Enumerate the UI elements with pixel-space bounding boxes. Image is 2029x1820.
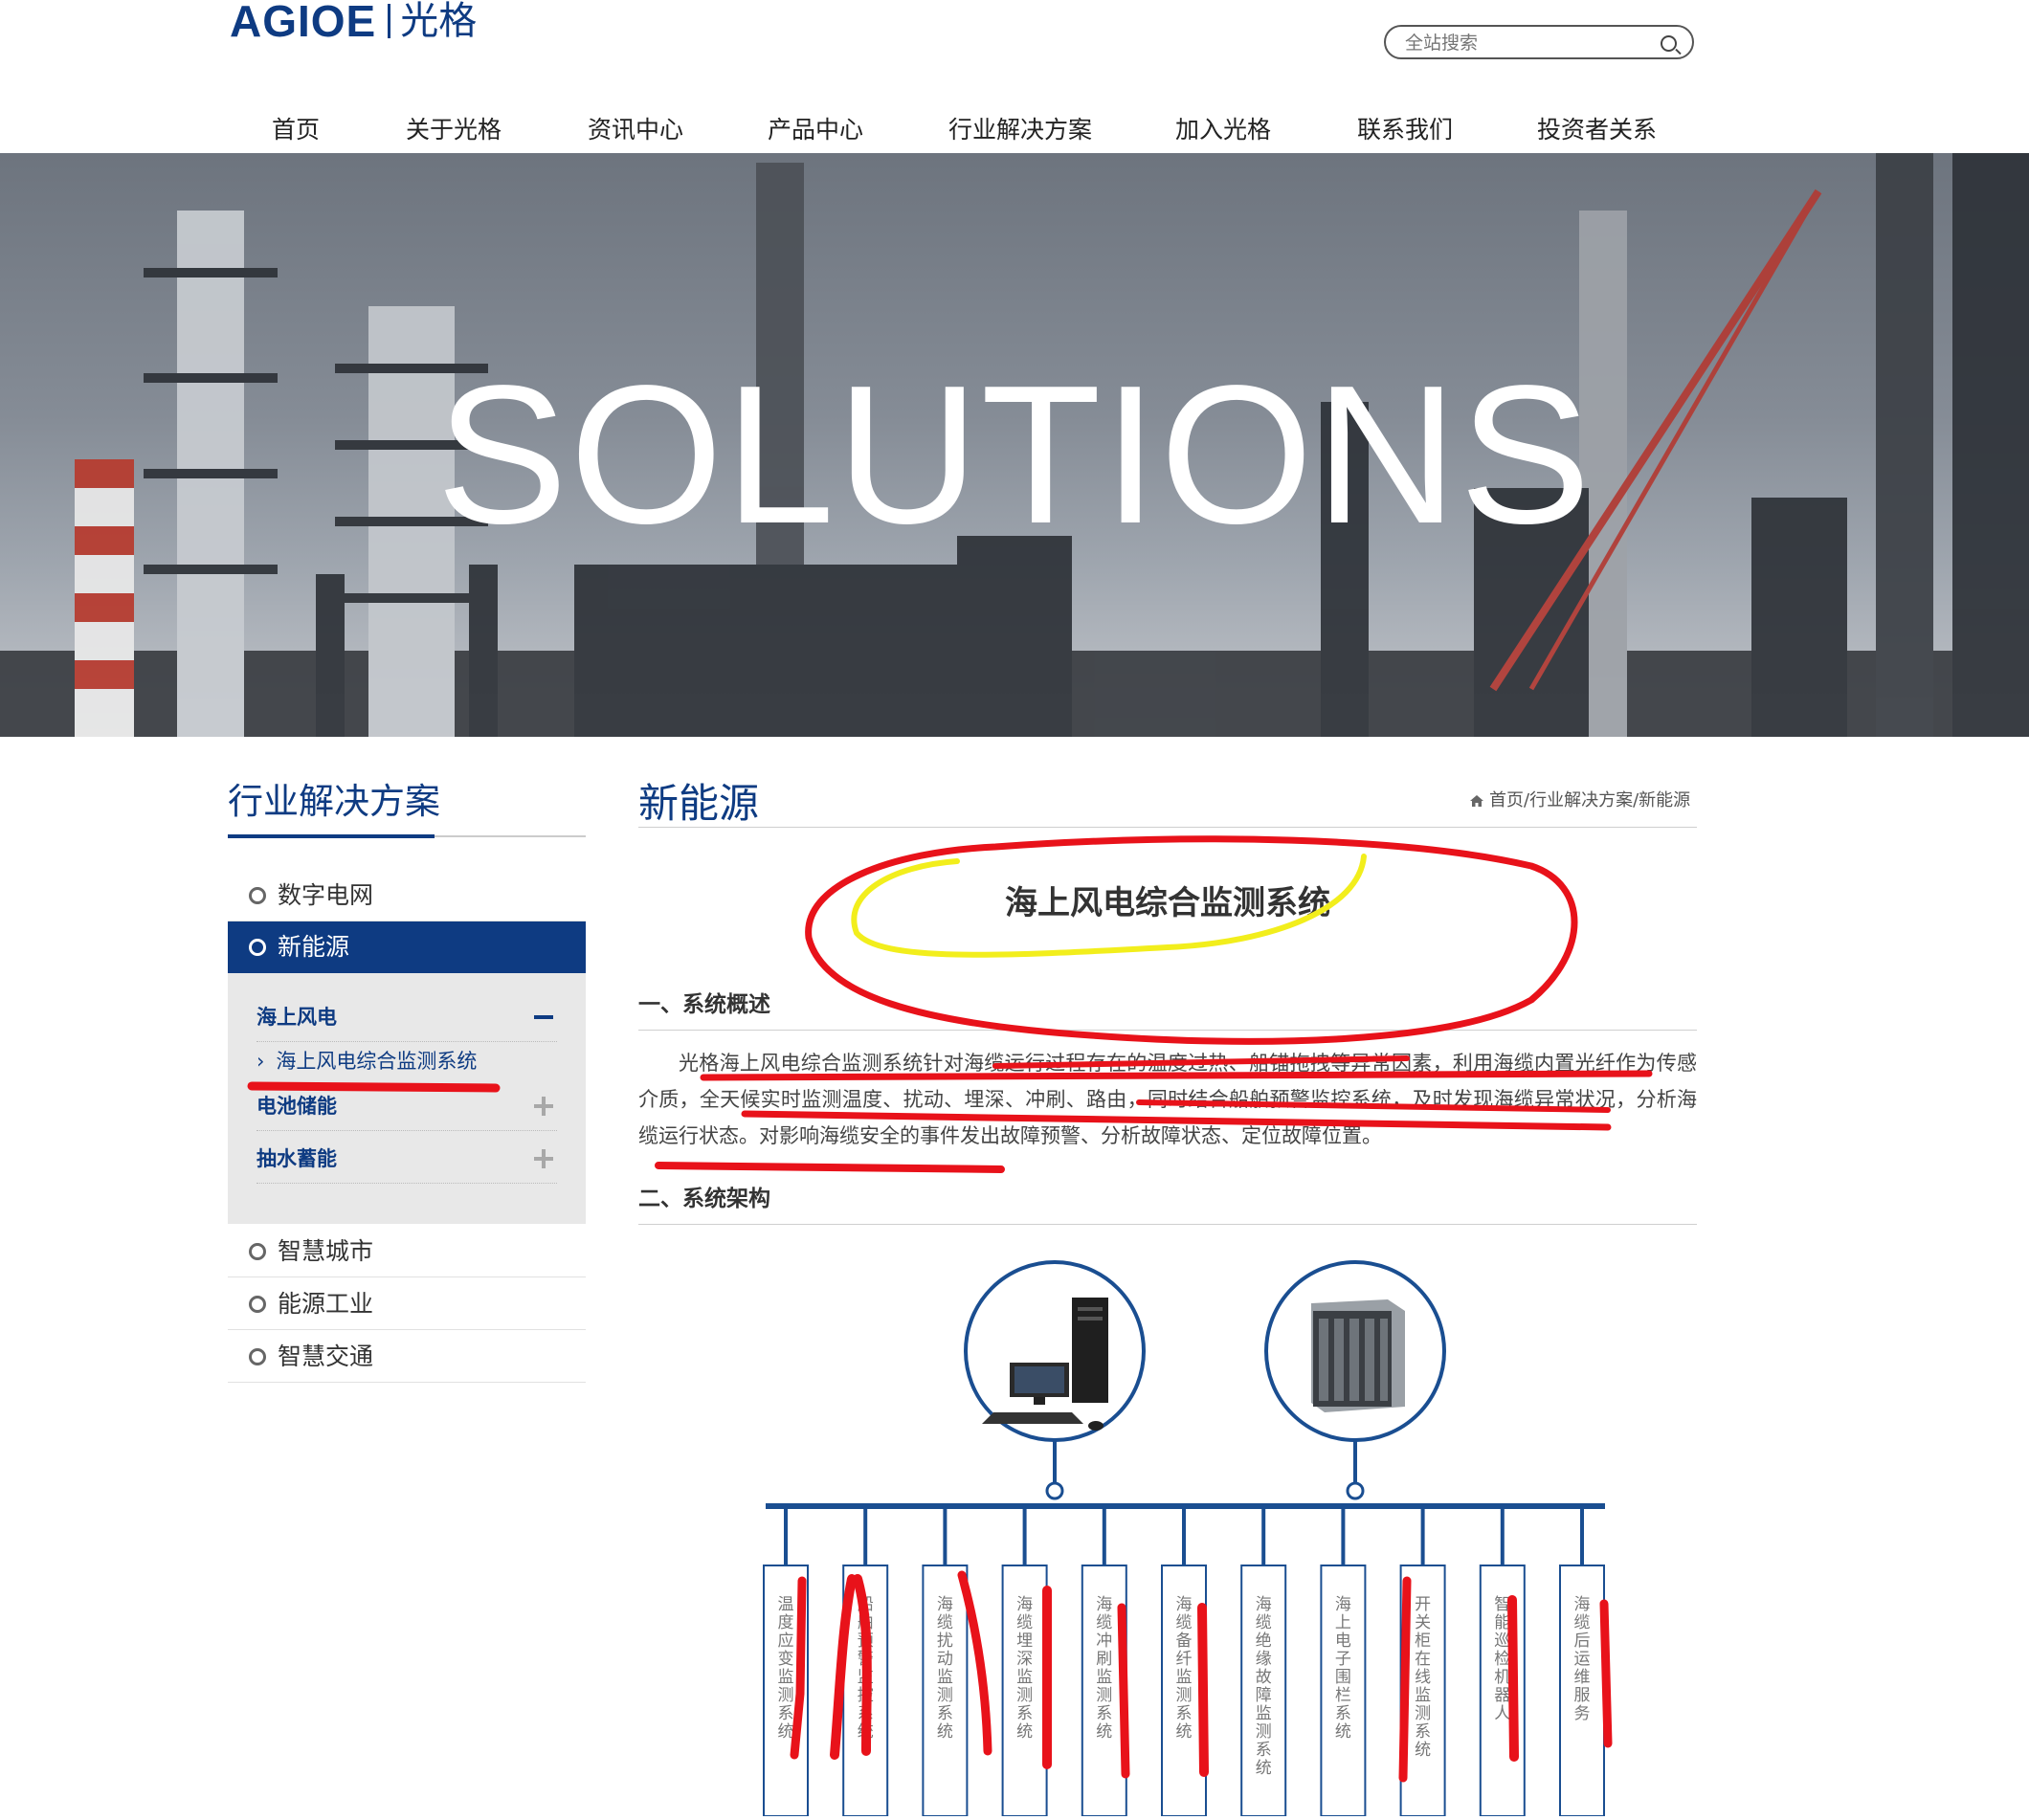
subsystem-label: 海缆后运维服务 [1574,1595,1591,1723]
home-icon[interactable] [1470,795,1483,807]
bullet-ring-icon [249,887,266,904]
submenu-label: 抽水蓄能 [256,1147,337,1170]
submenu-label: 电池储能 [256,1095,337,1118]
expand-plus-icon[interactable] [534,1097,553,1116]
subsystem-label: 海缆扰动监测系统 [937,1595,953,1742]
subsystem-label: 智能巡检机器人 [1494,1595,1510,1723]
sidebar-item-energy-industry[interactable]: 能源工业 [228,1278,586,1330]
nav-investors[interactable]: 投资者关系 [1537,107,1657,153]
sidebar-item-label: 能源工业 [278,1290,374,1318]
subsystem-label: 海上电子围栏系统 [1335,1595,1351,1742]
sidebar-item-label: 智慧城市 [278,1237,374,1265]
section-heading-architecture: 二、系统架构 [638,1187,770,1211]
nav-careers[interactable]: 加入光格 [1175,107,1271,153]
subsystem-label: 温度应变监测系统 [778,1595,794,1742]
bullet-ring-icon [249,1243,266,1260]
article-title: 海上风电综合监测系统 [1005,884,1330,922]
bullet-ring-icon [249,1296,266,1313]
sidebar-item-smart-transport[interactable]: 智慧交通 [228,1331,586,1383]
subsystem-label: 海缆绝缘故障监测系统 [1256,1595,1272,1778]
architecture-svg: 温度应变监测系统 船舶预警监控系统 海缆扰动监测系统 海缆埋深监测系统 海缆冲刷监测系统… [763,1260,1605,1817]
overview-paragraph: 光格海上风电综合监测系统针对海缆运行过程存在的温度过热、船锚拖拽等异常因素，利用… [638,1052,1697,1147]
sidebar-title: 行业解决方案 [228,781,440,822]
submenu-link-offshore-monitoring[interactable]: › 海上风电综合监测系统 [256,1042,477,1080]
hero-banner: SOLUTIONS [0,153,2029,737]
submenu-offshore-wind[interactable]: 海上风电 [256,992,557,1042]
nav-solutions[interactable]: 行业解决方案 [948,107,1092,153]
section-divider [638,1224,1697,1225]
sidebar-submenu: 海上风电 › 海上风电综合监测系统 电池储能 抽水蓄能 [228,973,586,1224]
chevron-right-icon: › [256,1050,265,1073]
subsystem-label: 海缆冲刷监测系统 [1096,1595,1112,1742]
submenu-battery-storage[interactable]: 电池储能 [256,1081,557,1131]
sidebar-item-smart-city[interactable]: 智慧城市 [228,1226,586,1277]
breadcrumb-path[interactable]: 首页/行业解决方案/新能源 [1489,790,1690,810]
bullet-ring-icon [249,1348,266,1365]
bullet-ring-icon [249,939,266,956]
collapse-minus-icon[interactable] [534,1015,553,1019]
content-divider [638,827,1697,828]
submenu-label: 海上风电 [256,1006,337,1029]
submenu-pumped-storage[interactable]: 抽水蓄能 [256,1134,557,1184]
submenu-link-label: 海上风电综合监测系统 [276,1050,478,1073]
sidebar-item-digital-grid[interactable]: 数字电网 [228,870,586,921]
architecture-diagram: 温度应变监测系统 船舶预警监控系统 海缆扰动监测系统 海缆埋深监测系统 海缆冲刷监测系统… [747,1244,1627,1817]
subsystem-label: 海缆备纤监测系统 [1176,1595,1193,1742]
search-input[interactable] [1403,29,1656,57]
expand-plus-icon[interactable] [534,1149,553,1168]
search-icon[interactable] [1661,35,1677,52]
sidebar-item-label: 数字电网 [278,881,374,909]
subsystem-label: 开关柜在线监测系统 [1415,1595,1431,1760]
logo-chinese-text: 光格 [400,0,478,43]
nav-home[interactable]: 首页 [272,107,320,153]
nav-products[interactable]: 产品中心 [768,107,863,153]
sidebar-item-new-energy[interactable]: 新能源 [228,921,586,973]
sidebar-item-label: 智慧交通 [278,1343,374,1370]
subsystem-label: 海缆埋深监测系统 [1016,1595,1033,1742]
breadcrumb: 首页/行业解决方案/新能源 [1470,788,1690,813]
nav-news[interactable]: 资讯中心 [588,107,683,153]
nav-about[interactable]: 关于光格 [406,107,502,153]
server-rack-icon [1311,1299,1405,1412]
subsystem-label: 船舶预警监控系统 [858,1595,874,1742]
logo[interactable]: AGIOE 光格 [230,0,478,46]
main-nav: 首页 关于光格 资讯中心 产品中心 行业解决方案 加入光格 联系我们 投资者关系 [0,107,2029,153]
site-search [1384,25,1694,59]
sidebar-item-label: 新能源 [278,933,350,961]
section-divider [638,1030,1697,1031]
logo-latin-text: AGIOE [230,0,377,46]
banner-title: SOLUTIONS [435,344,1594,565]
logo-divider [388,4,391,38]
section-heading-overview: 一、系统概述 [638,992,770,1017]
sidebar-divider-accent [228,834,435,838]
page-title: 新能源 [638,780,760,827]
nav-contact[interactable]: 联系我们 [1357,107,1453,153]
